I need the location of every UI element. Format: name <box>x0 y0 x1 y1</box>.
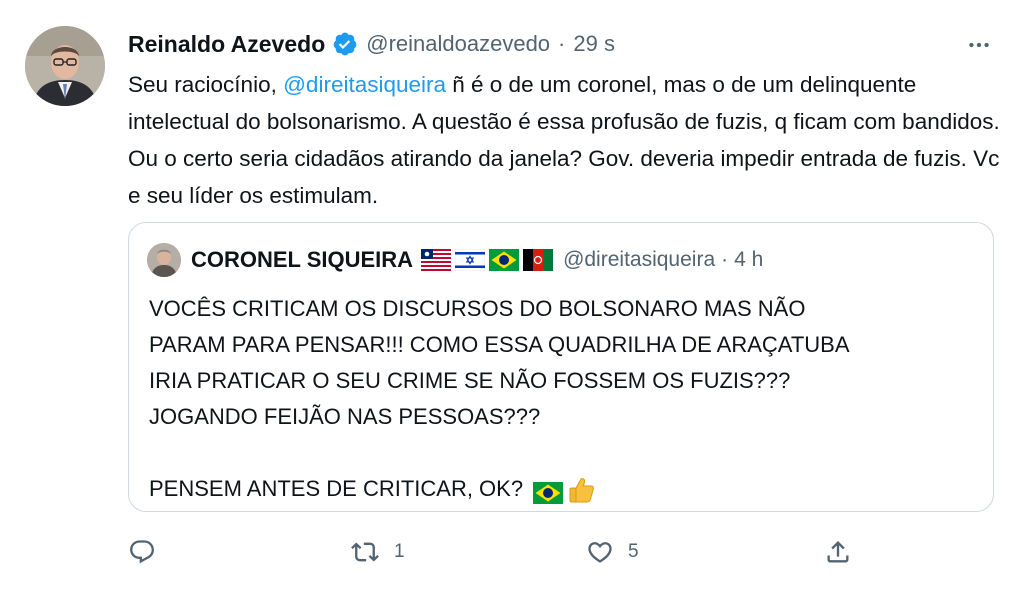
header-separator: · <box>558 31 566 56</box>
israel-flag <box>454 248 486 272</box>
retweet-button[interactable]: 1 <box>350 530 405 574</box>
author-avatar[interactable] <box>25 26 105 106</box>
quoted-text-line: PENSEM ANTES DE CRITICAR, OK? <box>149 476 524 501</box>
retweet-count: 1 <box>394 541 405 562</box>
quoted-text-line: IRIA PRATICAR O SEU CRIME SE NÃO FOSSEM … <box>149 368 791 393</box>
quoted-author-avatar <box>147 243 181 277</box>
tweet-text-start: Seu raciocínio, <box>128 72 284 97</box>
reply-icon <box>128 538 156 566</box>
reply-button[interactable] <box>128 530 170 574</box>
like-button[interactable]: 5 <box>586 530 639 574</box>
author-handle[interactable]: @reinaldoazevedo <box>366 31 550 57</box>
quoted-text-line: PARAM PARA PENSAR!!! COMO ESSA QUADRILHA… <box>149 332 850 357</box>
quoted-author-handle[interactable]: @direitasiqueira <box>563 248 715 272</box>
mention-link[interactable]: @direitasiqueira <box>283 72 446 97</box>
quoted-text-line: VOCÊS CRITICAM OS DISCURSOS DO BOLSONARO… <box>149 296 806 321</box>
share-button[interactable] <box>824 530 852 574</box>
verified-badge-icon <box>332 31 358 57</box>
more-icon[interactable] <box>962 28 996 62</box>
retweet-icon <box>350 538 380 566</box>
brazil-flag <box>533 479 564 505</box>
brazil-flag <box>489 249 520 271</box>
avatar-photo <box>25 26 105 106</box>
quoted-text-blank-line <box>149 435 979 471</box>
tweet-time[interactable]: 29 s <box>573 31 615 57</box>
quoted-tweet-text: VOCÊS CRITICAM OS DISCURSOS DO BOLSONARO… <box>149 291 979 507</box>
tweet-card[interactable]: Reinaldo Azevedo @reinaldoazevedo · 29 s… <box>0 0 1024 591</box>
share-icon <box>824 538 852 566</box>
like-icon <box>586 538 614 566</box>
author-name[interactable]: Reinaldo Azevedo <box>128 31 325 58</box>
quoted-header-separator: · <box>721 248 729 271</box>
quoted-author-name[interactable]: CORONEL SIQUEIRA <box>191 247 413 273</box>
like-count: 5 <box>628 541 639 562</box>
tweet-text: Seu raciocínio, @direitasiqueira ñ é o d… <box>128 66 1008 214</box>
tweet-header: Reinaldo Azevedo @reinaldoazevedo · 29 s <box>128 28 615 60</box>
quoted-text-line: JOGANDO FEIJÃO NAS PESSOAS??? <box>149 404 541 429</box>
tweet-actions: 1 5 <box>128 530 1008 574</box>
afghanistan-flag <box>523 249 554 271</box>
quoted-tweet[interactable]: CORONEL SIQUEIRA @direitasiqueira · 4 h … <box>128 222 994 512</box>
quoted-text-last-line: PENSEM ANTES DE CRITICAR, OK? <box>149 471 979 507</box>
liberia-flag <box>421 249 452 271</box>
quoted-tweet-header: CORONEL SIQUEIRA @direitasiqueira · 4 h <box>147 243 763 277</box>
quoted-tweet-time[interactable]: 4 h <box>734 248 763 272</box>
thumbs-up-icon <box>567 475 597 505</box>
